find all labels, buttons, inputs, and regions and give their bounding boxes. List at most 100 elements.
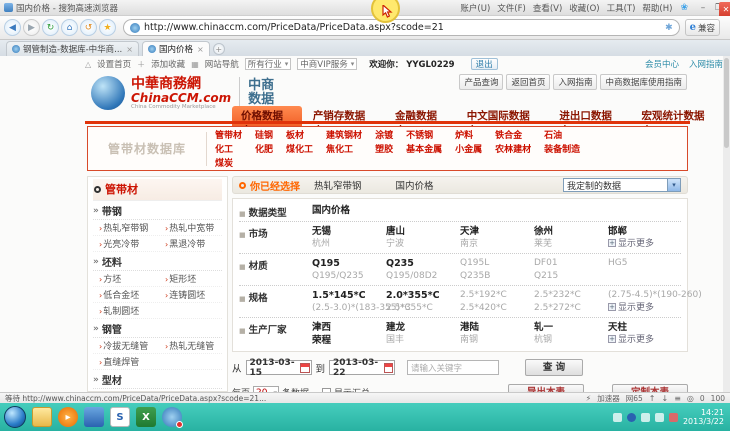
tray-icon[interactable] [626,412,636,422]
quick-link-button[interactable]: 返回首页 [506,74,551,90]
show-more-link[interactable]: + 显示更多 [608,334,681,347]
addressbar-gear-icon[interactable]: ✱ [665,23,673,33]
filter-option[interactable]: 建龙 [386,321,459,334]
excel-icon[interactable]: X [136,407,156,427]
filter-option[interactable]: 南钢 [460,334,533,347]
add-favorite-link[interactable]: 添加收藏 [151,58,185,70]
quick-link-button[interactable]: 中商数据库使用指南 [600,74,687,90]
category-link[interactable]: 铁合金 [495,128,531,141]
filter-option[interactable]: HG5 [608,257,681,270]
skin-icon[interactable]: ❀ [680,3,688,13]
filter-option[interactable]: (2.75-4.5)*(190-260) [608,289,702,302]
my-data-dropdown[interactable]: 我定制的数据 ▾ [563,178,681,192]
taskbar-clock[interactable]: 14:21 2013/3/22 [683,408,726,426]
filter-option[interactable]: 轧一 [534,321,607,334]
set-home-link[interactable]: 设置首页 [97,58,131,70]
filter-option[interactable]: 2.5*420*C [460,302,533,315]
sidebar-section-header[interactable]: » 型材 [93,370,222,389]
category-link[interactable]: 装备制造 [544,142,580,155]
sidebar-item[interactable]: ›轧制圆坯 [99,304,165,317]
menu-lines-icon[interactable]: ≡ [674,394,681,403]
filter-option[interactable]: 1.5*145*C [312,289,385,302]
date-from-input[interactable]: 2013-03-15 [245,358,312,378]
tray-icon[interactable] [654,412,664,422]
search-button[interactable]: 查 询 [525,359,584,376]
quick-link-button[interactable]: 产品查询 [459,74,504,90]
tray-icon[interactable] [640,412,650,422]
vip-service-select[interactable]: 中商VIP服务 ▾ [297,58,358,70]
category-link[interactable]: 煤化工 [286,142,313,155]
category-link[interactable]: 化工 [215,142,242,155]
calendar-icon[interactable] [300,362,310,373]
tab-close-icon[interactable]: × [197,45,204,54]
menu-item[interactable]: 账户(U) [460,2,490,14]
browser-tab[interactable]: 钢管制造-数据库-中华商... × [6,41,139,56]
filter-option[interactable]: 津西 [312,321,385,334]
keyword-input[interactable]: 请输入关键字 [407,360,500,375]
globe-app-icon[interactable] [162,407,183,428]
category-link[interactable]: 管带材 [215,128,242,141]
compatibility-mode-button[interactable]: e 兼容 [684,19,720,36]
filter-option[interactable]: 徐州 [534,225,607,238]
app-window-icon[interactable] [84,407,104,427]
media-player-icon[interactable]: ▸ [58,407,78,427]
zoom-level[interactable]: 100 [711,394,725,403]
shield-count[interactable]: 0 [700,394,705,403]
member-center-link[interactable]: 会员中心 [645,58,679,70]
category-link[interactable]: 焦化工 [326,142,362,155]
menu-item[interactable]: 查看(V) [533,2,562,14]
start-button[interactable] [4,406,26,428]
sidebar-item[interactable]: ›冷拔无缝管 [99,339,165,352]
forward-icon[interactable]: ▶ [23,19,40,36]
export-table-button[interactable]: 导出本表 [508,384,584,392]
filter-option[interactable]: 莱芜 [534,238,607,251]
filter-option[interactable]: 天津 [460,225,533,238]
category-link[interactable]: 硅钢 [255,128,273,141]
eye-icon[interactable]: ◎ [687,394,694,403]
minimize-button[interactable]: – [696,3,710,13]
filter-option[interactable]: 国丰 [386,334,459,347]
filter-option[interactable]: 邯郸 [608,225,681,238]
explorer-icon[interactable] [32,407,52,427]
filter-option[interactable]: 南京 [460,238,533,251]
refresh-icon[interactable]: ↻ [42,19,59,36]
filter-option[interactable]: 唐山 [386,225,459,238]
sogou-browser-icon[interactable]: S [110,407,130,427]
category-link[interactable]: 化肥 [255,142,273,155]
category-link[interactable]: 煤炭 [215,156,242,169]
category-link[interactable]: 建筑钢材 [326,128,362,141]
crumb-item[interactable]: 国内价格 [396,178,434,192]
filter-option[interactable]: Q235 [386,257,459,270]
filter-option[interactable]: 2.5*192*C [460,289,533,302]
crumb-item[interactable]: 热轧窄带钢 [314,178,362,192]
sidebar-section-header[interactable]: » 坯料 [93,252,222,271]
tab-close-icon[interactable]: × [126,45,133,54]
category-link[interactable]: 板材 [286,128,313,141]
category-link[interactable]: 炉料 [455,128,482,141]
filter-option[interactable]: (2.5-3.0)*(183-355)*C [312,302,411,315]
show-more-link[interactable]: + 显示更多 [608,302,681,315]
filter-option[interactable]: 天柱 [608,321,681,334]
quick-link-button[interactable]: 入网指南 [553,74,598,90]
category-link[interactable]: 不锈钢 [406,128,442,141]
filter-option[interactable]: Q195/08D2 [386,270,459,283]
sidebar-item[interactable]: ›黑退冷带 [165,237,227,250]
category-link[interactable]: 涂镀 [375,128,393,141]
scrollbar-thumb[interactable] [724,58,729,148]
url-text[interactable]: http://www.chinaccm.com/PriceData/PriceD… [144,22,444,33]
category-link[interactable]: 塑胶 [375,142,393,155]
filter-option[interactable]: 2.5*355*C [386,302,459,315]
sidebar-item[interactable]: ›连铸圆坯 [165,288,227,301]
home-icon[interactable]: ⌂ [61,19,78,36]
calendar-icon[interactable] [383,362,394,373]
filter-option[interactable]: 2.0*355*C [386,289,459,302]
filter-option[interactable]: Q195 [312,257,385,270]
filter-option[interactable]: Q235B [460,270,533,283]
category-link[interactable]: 小金属 [455,142,482,155]
page-scrollbar[interactable] [723,56,730,392]
site-logo[interactable]: 中華商務網 ChinaCCM.com China Commodity Marke… [91,76,274,110]
network-speed-label[interactable]: 网65 [626,393,643,404]
filter-option[interactable]: Q195/Q235 [312,270,385,283]
sidebar-item[interactable]: ›矩形坯 [165,272,227,285]
filter-option[interactable]: 2.5*272*C [534,302,607,315]
